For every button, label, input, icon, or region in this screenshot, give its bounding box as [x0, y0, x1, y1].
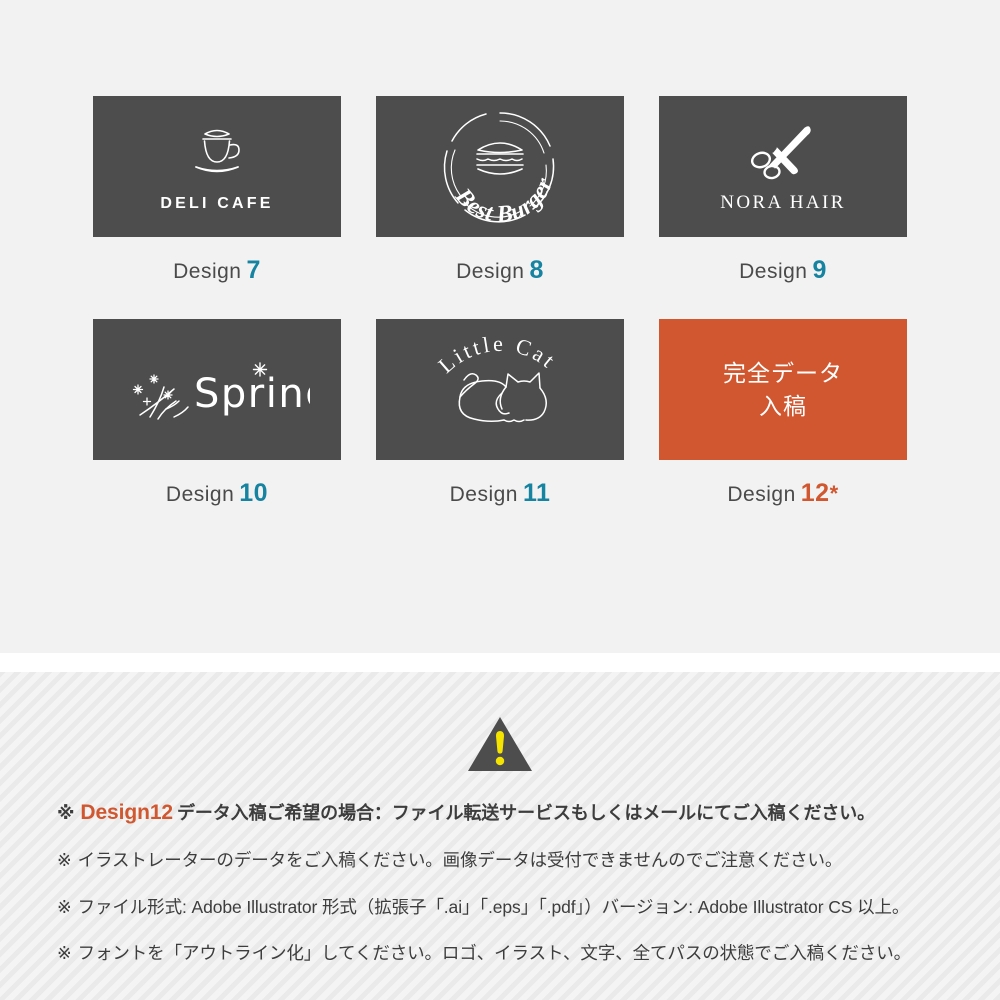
- design-caption-9: Design 9: [659, 256, 907, 285]
- design-thumb-7[interactable]: DELI CAFE: [93, 96, 341, 237]
- notice-text: ファイル形式: Adobe Illustrator 形式（拡張子「.ai」「.e…: [77, 896, 910, 917]
- svg-text:Best Burger: Best Burger: [449, 174, 558, 228]
- caption-number: 7: [246, 256, 261, 284]
- logo-text: NORA HAIR: [720, 191, 846, 213]
- data-submission-notice-section: ※ Design12 データ入稿ご希望の場合：ファイル転送サービスもしくはメールにて…: [0, 672, 1000, 1000]
- notice-text: フォントを「アウトライン化」してください。ロゴ、イラスト、文字、全てパスの状態で…: [77, 943, 912, 963]
- design-thumb-11[interactable]: Little Cat: [376, 319, 624, 460]
- design-caption-7: Design 7: [93, 256, 341, 285]
- notice-line-2: ※ イラストレーターのデータをご入稿ください。画像データは受付できませんのでご注意…: [57, 850, 947, 870]
- design-caption-10: Design 10: [93, 479, 341, 508]
- cat-icon: Little Cat: [433, 334, 562, 422]
- notice-highlight: Design12: [80, 801, 173, 824]
- design-thumb-10[interactable]: Spring: [93, 319, 341, 460]
- notice-text: データ入稿ご希望の場合：ファイル転送サービスもしくはメールにてご入稿ください。: [176, 803, 876, 823]
- scissors-icon: [750, 125, 811, 179]
- notice-mark: ※: [57, 943, 72, 963]
- coffee-cup-icon: [195, 129, 240, 172]
- notice-mark: ※: [57, 896, 72, 917]
- notice-mark: ※: [57, 803, 75, 823]
- spring-logo: Spring: [93, 319, 341, 460]
- design-thumb-12[interactable]: 完全データ 入稿: [659, 319, 907, 460]
- design-card-8[interactable]: Best Burger Design 8: [376, 96, 624, 285]
- caption-word: Design: [173, 260, 242, 283]
- design-caption-8: Design 8: [376, 256, 624, 285]
- design-card-9[interactable]: NORA HAIR Design 9: [659, 96, 907, 285]
- caption-number: 11: [522, 479, 551, 507]
- notice-list: ※ Design12 データ入稿ご希望の場合：ファイル転送サービスもしくはメールにて…: [57, 802, 947, 963]
- design-card-11[interactable]: Little Cat Design 11: [376, 319, 624, 508]
- deli-cafe-logo: DELI CAFE: [93, 96, 341, 237]
- caption-number: 12: [800, 479, 830, 507]
- logo-text: Little Cat: [433, 334, 562, 378]
- design-card-grid: DELI CAFE Design 7 Best Burger Design 8 …: [93, 96, 907, 508]
- full-data-line-1: 完全データ: [723, 359, 843, 386]
- warning-triangle-icon: [467, 715, 533, 778]
- little-cat-logo: Little Cat: [376, 319, 624, 460]
- caption-word: Design: [456, 260, 525, 283]
- notice-line-4: ※ フォントを「アウトライン化」してください。ロゴ、イラスト、文字、全てパスの状態…: [57, 943, 947, 963]
- design-card-10[interactable]: Spring Design10: [93, 319, 341, 508]
- notice-line-1: ※ Design12 データ入稿ご希望の場合：ファイル転送サービスもしくはメールにて…: [57, 802, 947, 823]
- caption-word: Design: [739, 260, 808, 283]
- caption-number: 10: [239, 479, 269, 507]
- design-thumb-8[interactable]: Best Burger: [376, 96, 624, 237]
- caption-word: Design: [165, 483, 235, 506]
- full-data-submission-card: 完全データ 入稿: [659, 319, 907, 460]
- logo-text: DELI CAFE: [160, 194, 274, 212]
- caption-number: 8: [529, 256, 544, 284]
- design-card-12[interactable]: 完全データ 入稿 Design 12*: [659, 319, 907, 508]
- design-card-7[interactable]: DELI CAFE Design 7: [93, 96, 341, 285]
- design-caption-11: Design 11: [376, 479, 624, 508]
- notice-line-3: ※ ファイル形式: Adobe Illustrator 形式（拡張子「.ai」「.…: [57, 896, 947, 917]
- flower-sprig-icon: Spring: [132, 361, 310, 420]
- caption-word: Design: [727, 483, 796, 506]
- caption-asterisk: *: [829, 481, 839, 506]
- nora-hair-logo: NORA HAIR: [659, 96, 907, 237]
- logo-text: Spring: [194, 371, 310, 417]
- caption-word: Design: [449, 483, 518, 506]
- section-divider: [0, 653, 1000, 672]
- full-data-line-2: 入稿: [759, 392, 807, 419]
- design-thumb-9[interactable]: NORA HAIR: [659, 96, 907, 237]
- burger-icon: Best Burger: [443, 111, 558, 228]
- notice-mark: ※: [57, 850, 72, 870]
- best-burger-logo: Best Burger: [376, 96, 624, 237]
- caption-number: 9: [812, 256, 827, 284]
- design-gallery-section: DELI CAFE Design 7 Best Burger Design 8 …: [0, 0, 1000, 653]
- notice-text: イラストレーターのデータをご入稿ください。画像データは受付できませんのでご注意く…: [77, 850, 843, 870]
- design-caption-12: Design 12*: [659, 479, 907, 508]
